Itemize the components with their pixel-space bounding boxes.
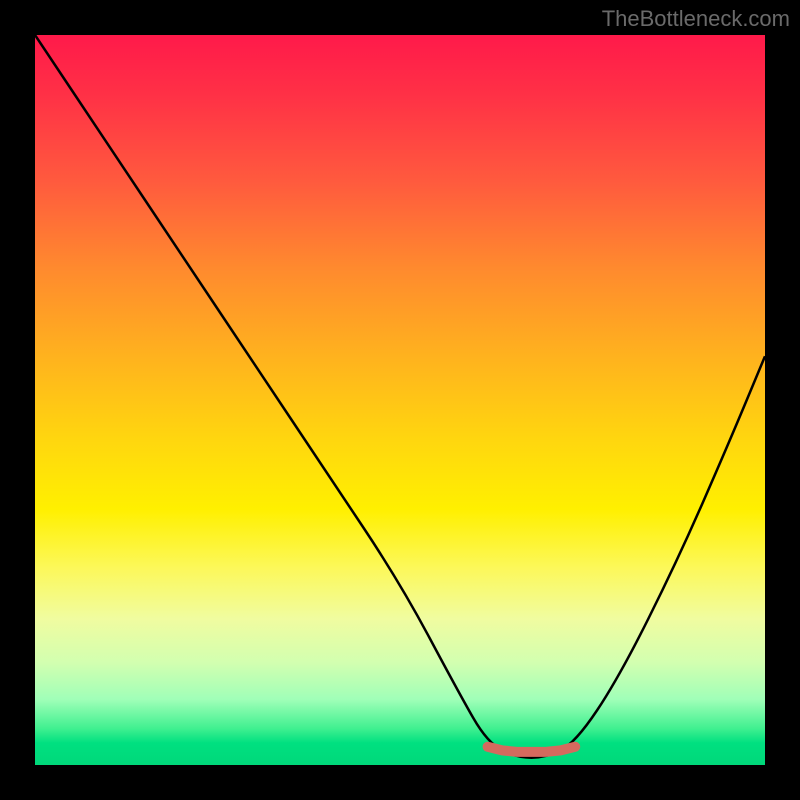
optimal-flat-segment-path <box>488 747 576 752</box>
watermark-text: TheBottleneck.com <box>602 6 790 32</box>
bottleneck-curve-path <box>35 35 765 758</box>
chart-svg <box>35 35 765 765</box>
chart-plot-area <box>35 35 765 765</box>
